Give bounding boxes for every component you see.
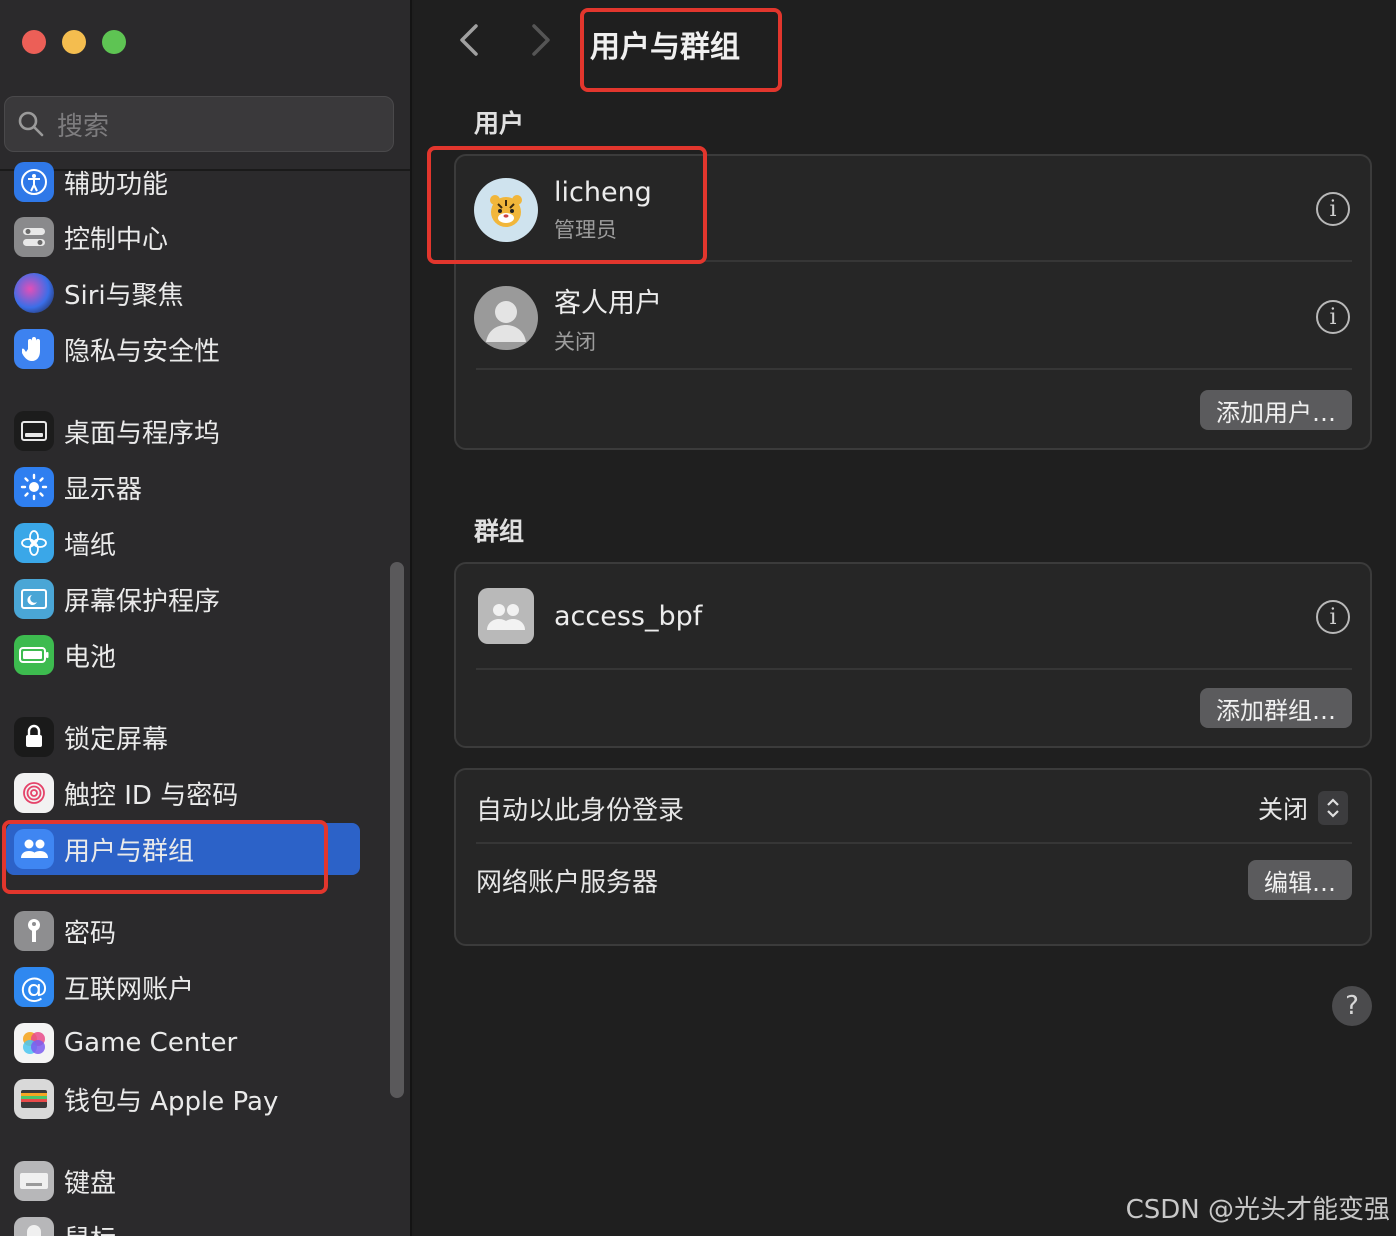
- chevron-up-down-icon: [1318, 791, 1348, 825]
- mouse-icon: [14, 1217, 54, 1236]
- game-center-icon: [14, 1023, 54, 1063]
- sidebar-item-wallpaper[interactable]: 墙纸: [6, 517, 360, 569]
- sidebar-item-label: Game Center: [64, 1028, 238, 1058]
- sidebar-item-desktop-dock[interactable]: 桌面与程序坞: [6, 405, 360, 457]
- keyboard-icon: [14, 1161, 54, 1201]
- groups-section-title: 群组: [474, 517, 525, 546]
- sidebar-item-screensaver[interactable]: 屏幕保护程序: [6, 573, 360, 625]
- group-name: access_bpf: [554, 600, 703, 632]
- row-divider: [476, 368, 1352, 370]
- sidebar-item-label: 墙纸: [64, 530, 117, 561]
- search-icon: [18, 111, 44, 137]
- add-user-button[interactable]: 添加用户…: [1200, 390, 1352, 430]
- control-center-icon: [14, 217, 54, 257]
- flower-icon: [14, 523, 54, 563]
- window-controls: [22, 30, 126, 54]
- key-icon: [14, 911, 54, 951]
- sidebar-item-siri[interactable]: Siri与聚焦: [6, 267, 360, 319]
- lock-icon: [14, 717, 54, 757]
- auto-login-value: 关闭: [1257, 795, 1308, 824]
- annotation-highlight-sidebar: [2, 820, 328, 894]
- sidebar-item-internet-accounts[interactable]: @ 互联网账户: [6, 961, 360, 1013]
- sidebar-item-passwords[interactable]: 密码: [6, 905, 360, 957]
- group-icon: [478, 588, 534, 644]
- sidebar-item-control-center[interactable]: 控制中心: [6, 211, 360, 263]
- users-section-title: 用户: [474, 109, 525, 138]
- sidebar-item-label: 辅助功能: [64, 169, 169, 200]
- sidebar-item-label: 屏幕保护程序: [64, 586, 221, 617]
- sidebar-item-keyboard[interactable]: 键盘: [6, 1155, 360, 1207]
- sidebar-item-label: 锁定屏幕: [64, 724, 169, 755]
- sidebar-item-touch-id[interactable]: 触控 ID 与密码: [6, 767, 360, 819]
- sun-icon: [14, 467, 54, 507]
- sidebar-item-label: 密码: [64, 918, 117, 949]
- battery-icon: [14, 635, 54, 675]
- fingerprint-icon: [14, 773, 54, 813]
- group-info-icon[interactable]: i: [1316, 600, 1350, 634]
- annotation-highlight-user: [427, 146, 707, 264]
- sidebar-item-label: 鼠标: [64, 1219, 116, 1236]
- minimize-window-button[interactable]: [62, 30, 86, 54]
- user-name: 客人用户: [554, 287, 662, 319]
- network-server-label: 网络账户服务器: [476, 867, 659, 898]
- sidebar-item-label: 触控 ID 与密码: [64, 780, 239, 811]
- close-window-button[interactable]: [22, 30, 46, 54]
- screensaver-icon: [14, 579, 54, 619]
- wallet-icon: [14, 1079, 54, 1119]
- siri-icon: [14, 273, 54, 313]
- sidebar-item-mouse[interactable]: 鼠标: [6, 1211, 360, 1236]
- sidebar-item-label: 隐私与安全性: [64, 336, 221, 367]
- zoom-window-button[interactable]: [102, 30, 126, 54]
- forward-button[interactable]: [526, 18, 554, 72]
- group-row-access-bpf[interactable]: access_bpf i: [456, 584, 1370, 648]
- watermark-text: CSDN @光头才能变强: [1125, 1195, 1390, 1225]
- sidebar-item-label: 桌面与程序坞: [64, 418, 221, 449]
- sidebar-scrollbar[interactable]: [390, 562, 404, 1098]
- sidebar-item-label: 电池: [64, 642, 117, 673]
- hand-icon: [14, 329, 54, 369]
- sidebar-item-lock-screen[interactable]: 锁定屏幕: [6, 711, 360, 763]
- add-group-button[interactable]: 添加群组…: [1200, 688, 1352, 728]
- user-info-icon[interactable]: i: [1316, 300, 1350, 334]
- sidebar-item-battery[interactable]: 电池: [6, 629, 360, 681]
- sidebar-item-accessibility[interactable]: 辅助功能: [6, 156, 360, 208]
- sidebar-item-label: 键盘: [64, 1168, 117, 1199]
- user-row-guest[interactable]: 客人用户 关闭 i: [456, 280, 1370, 356]
- sidebar-item-game-center[interactable]: Game Center: [6, 1017, 360, 1069]
- search-placeholder: 搜索: [57, 111, 110, 142]
- edit-button[interactable]: 编辑…: [1248, 860, 1352, 900]
- login-settings-panel: 自动以此身份登录 关闭 网络账户服务器 编辑…: [454, 768, 1372, 946]
- auto-login-row: 自动以此身份登录 关闭: [456, 780, 1370, 836]
- guest-avatar-icon: [474, 286, 538, 350]
- sidebar-item-label: 控制中心: [64, 224, 169, 255]
- annotation-highlight-title: [580, 8, 782, 92]
- sidebar: 搜索 辅助功能 控制中心 Siri与聚焦 隐私与安全性 桌面与程序坞 显示器 墙…: [0, 0, 412, 1236]
- back-button[interactable]: [456, 18, 484, 72]
- at-icon: @: [14, 967, 54, 1007]
- row-divider: [476, 842, 1352, 844]
- sidebar-item-displays[interactable]: 显示器: [6, 461, 360, 513]
- sidebar-item-label: 互联网账户: [64, 974, 195, 1005]
- accessibility-icon: [14, 162, 54, 202]
- user-info-icon[interactable]: i: [1316, 192, 1350, 226]
- row-divider: [476, 668, 1352, 670]
- user-role: 关闭: [554, 329, 596, 354]
- search-field[interactable]: 搜索: [4, 96, 394, 152]
- groups-panel: access_bpf i 添加群组…: [454, 562, 1372, 748]
- sidebar-item-label: Siri与聚焦: [64, 280, 184, 311]
- sidebar-item-label: 钱包与 Apple Pay: [64, 1086, 279, 1117]
- help-button[interactable]: ?: [1332, 986, 1372, 1026]
- auto-login-label: 自动以此身份登录: [476, 795, 685, 826]
- network-server-row: 网络账户服务器: [456, 852, 1370, 908]
- sidebar-item-privacy[interactable]: 隐私与安全性: [6, 323, 360, 375]
- auto-login-select[interactable]: 关闭: [1258, 790, 1348, 826]
- sidebar-item-label: 显示器: [64, 474, 143, 505]
- dock-icon: [14, 411, 54, 451]
- sidebar-item-wallet[interactable]: 钱包与 Apple Pay: [6, 1073, 360, 1125]
